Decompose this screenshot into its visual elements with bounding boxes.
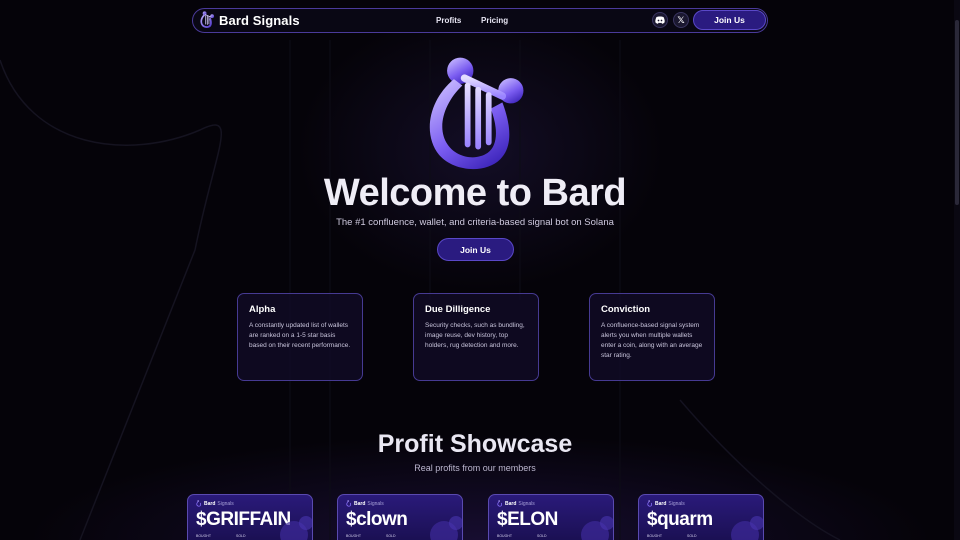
feature-card-alpha: Alpha A constantly updated list of walle… [237, 293, 363, 381]
lyre-logo-icon [497, 500, 502, 507]
card-bought-label: BOUGHT [497, 534, 512, 538]
profit-card[interactable]: Bard Signals $ELON BOUGHT SOLD [488, 494, 614, 540]
card-bought-label: BOUGHT [346, 534, 361, 538]
card-decoration-icon [280, 516, 312, 540]
card-decoration-icon [430, 516, 462, 540]
showcase-subtitle: Real profits from our members [414, 463, 536, 473]
lyre-logo-icon [647, 500, 652, 507]
discord-icon [655, 16, 665, 24]
nav-link-pricing[interactable]: Pricing [481, 16, 508, 25]
feature-title: Conviction [601, 304, 651, 315]
nav-join-button[interactable]: Join Us [693, 10, 766, 30]
card-decoration-icon [731, 516, 763, 540]
card-bought-label: BOUGHT [196, 534, 211, 538]
card-sold-label: SOLD [236, 534, 246, 538]
hero-subtitle: The #1 confluence, wallet, and criteria-… [336, 217, 614, 228]
scrollbar-thumb[interactable] [955, 20, 959, 205]
card-brand-name: Bard [655, 500, 667, 507]
brand-name: Bard Signals [219, 12, 300, 28]
card-sold-label: SOLD [687, 534, 697, 538]
card-sold-label: SOLD [386, 534, 396, 538]
card-brand-sub: Signals [518, 500, 535, 507]
hero-lyre-logo-icon [429, 57, 524, 170]
feature-title: Due Dilligence [425, 304, 491, 315]
card-brand-sub: Signals [217, 500, 234, 507]
x-icon: 𝕏 [677, 14, 685, 25]
card-ticker: $quarm [647, 509, 713, 530]
hero-title: Welcome to Bard [323, 172, 627, 214]
profit-card[interactable]: Bard Signals $clown BOUGHT SOLD [337, 494, 463, 540]
brand[interactable]: Bard Signals [199, 11, 300, 29]
feature-card-due-diligence: Due Dilligence Security checks, such as … [413, 293, 539, 381]
feature-card-conviction: Conviction A confluence-based signal sys… [589, 293, 715, 381]
hero-join-button[interactable]: Join Us [437, 238, 514, 261]
card-brand: Bard Signals [346, 500, 384, 507]
card-brand-sub: Signals [367, 500, 384, 507]
top-navbar: Bard Signals Profits Pricing 𝕏 Join Us [192, 8, 768, 33]
card-brand: Bard Signals [196, 500, 234, 507]
feature-title: Alpha [249, 304, 276, 315]
feature-text: A confluence-based signal system alerts … [601, 322, 703, 359]
nav-link-profits[interactable]: Profits [436, 16, 461, 25]
feature-text: Security checks, such as bundling, image… [425, 322, 525, 349]
card-brand: Bard Signals [497, 500, 535, 507]
card-brand-name: Bard [204, 500, 216, 507]
lyre-logo-icon [196, 500, 201, 507]
card-decoration-icon [581, 516, 613, 540]
x-button[interactable]: 𝕏 [673, 12, 689, 28]
card-ticker: $clown [346, 509, 408, 530]
card-bought-label: BOUGHT [647, 534, 662, 538]
profit-card[interactable]: Bard Signals $GRIFFAIN BOUGHT SOLD [187, 494, 313, 540]
profit-card[interactable]: Bard Signals $quarm BOUGHT SOLD [638, 494, 764, 540]
card-brand-sub: Signals [668, 500, 685, 507]
card-sold-label: SOLD [537, 534, 547, 538]
feature-text: A constantly updated list of wallets are… [249, 322, 351, 349]
discord-button[interactable] [652, 12, 668, 28]
lyre-logo-icon [200, 11, 215, 28]
card-ticker: $ELON [497, 509, 558, 530]
card-brand-name: Bard [354, 500, 366, 507]
card-brand-name: Bard [505, 500, 517, 507]
lyre-logo-icon [346, 500, 351, 507]
showcase-title: Profit Showcase [377, 430, 573, 458]
card-brand: Bard Signals [647, 500, 685, 507]
